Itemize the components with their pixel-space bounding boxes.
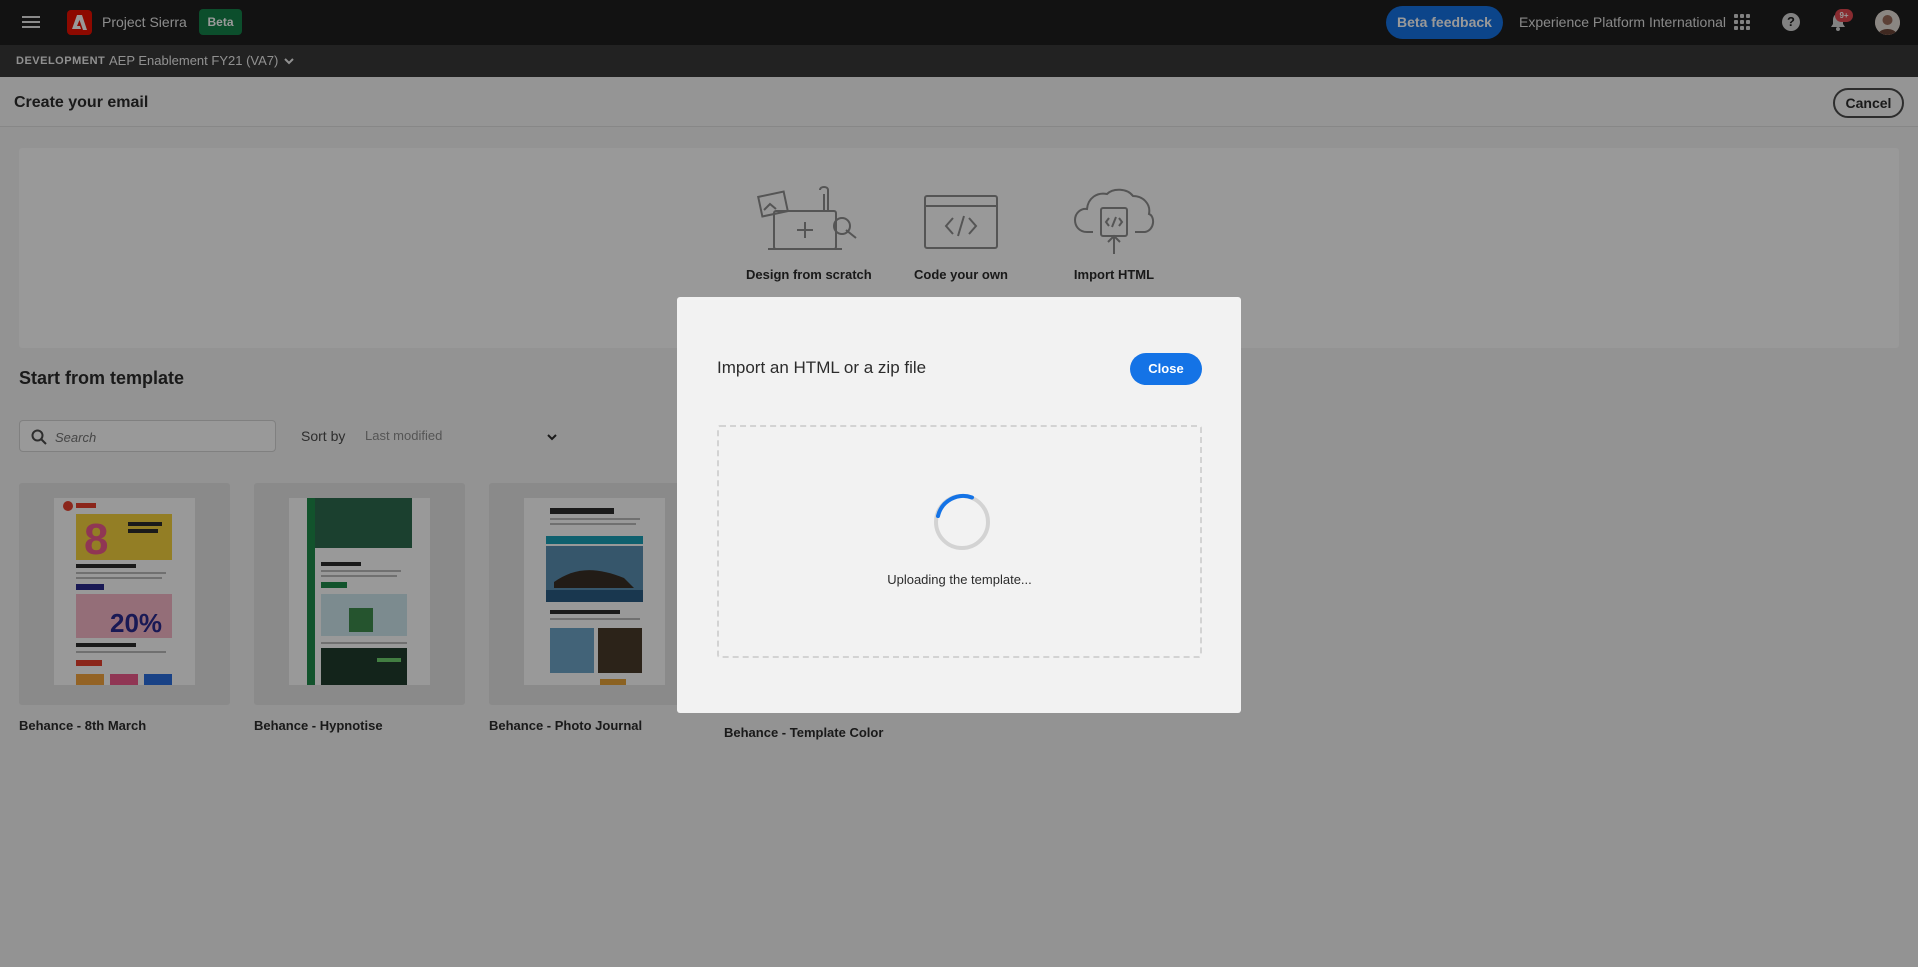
loading-spinner-icon	[934, 494, 990, 550]
import-html-dialog: Import an HTML or a zip file Close Uploa…	[677, 297, 1241, 713]
upload-status-text: Uploading the template...	[887, 572, 1032, 587]
file-drop-zone[interactable]: Uploading the template...	[717, 425, 1202, 658]
dialog-title: Import an HTML or a zip file	[717, 358, 927, 377]
close-button[interactable]: Close	[1130, 353, 1202, 385]
